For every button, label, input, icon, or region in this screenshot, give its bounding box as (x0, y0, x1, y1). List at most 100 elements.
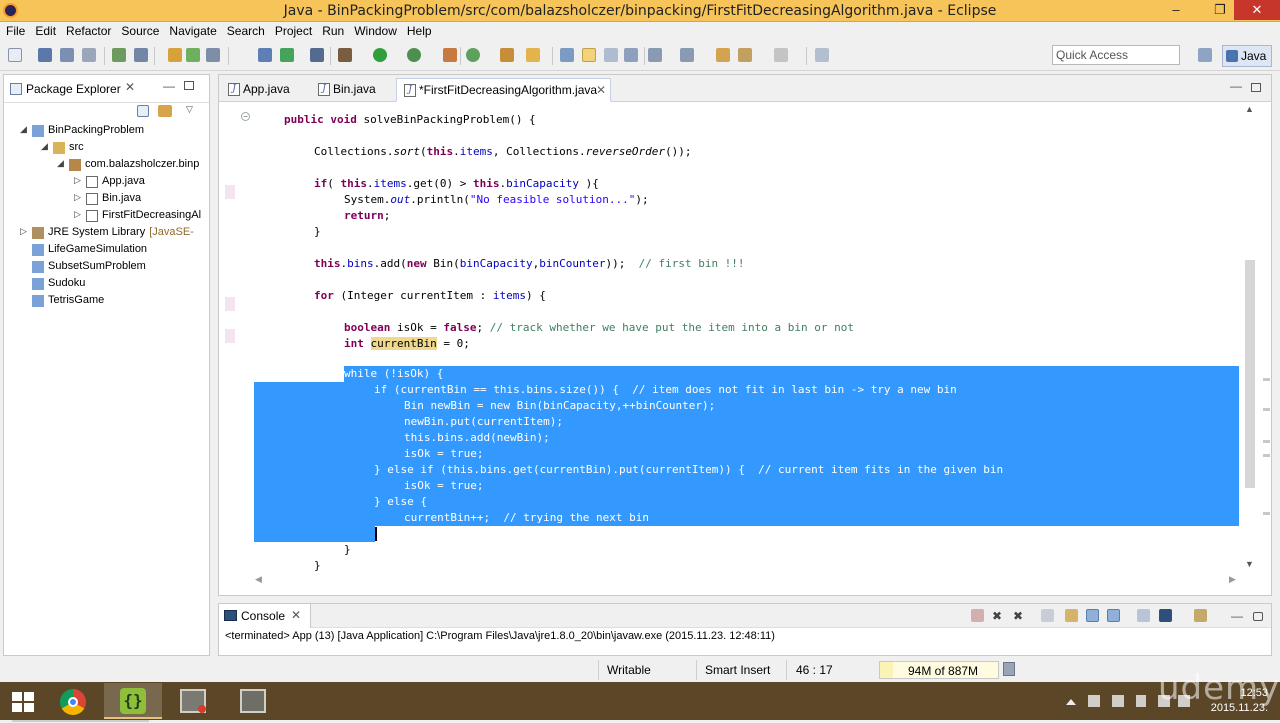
close-view-icon[interactable]: ✕ (125, 80, 135, 94)
save-icon[interactable] (38, 48, 52, 62)
open-type-icon[interactable] (526, 48, 540, 62)
show-whitespace-icon[interactable] (624, 48, 638, 62)
package-explorer-title[interactable]: Package Explorer (26, 82, 121, 96)
scroll-right-icon[interactable]: ▶ (1229, 574, 1236, 585)
window-titlebar: Java - BinPackingProblem/src/com/balazsh… (0, 0, 1280, 22)
close-tab-icon[interactable]: ✕ (596, 79, 606, 101)
pin-editor-icon[interactable] (815, 48, 829, 62)
scroll-down-icon[interactable]: ▼ (1245, 559, 1254, 569)
forward-icon[interactable] (774, 48, 788, 62)
code-line: Collections.sort(this.items, Collections… (314, 145, 692, 158)
mark-occurrences-icon[interactable] (582, 48, 596, 62)
new-java-project-icon[interactable] (466, 48, 480, 62)
collapse-arrow-icon[interactable]: ◢ (57, 158, 64, 169)
menu-source[interactable]: Source (116, 22, 164, 41)
clear-console-icon[interactable] (1041, 609, 1054, 622)
next-annotation-icon[interactable] (648, 48, 662, 62)
eclipse-taskbar-button[interactable]: {} (104, 683, 162, 719)
scroll-up-icon[interactable]: ▲ (1245, 104, 1254, 114)
check-icon[interactable] (280, 48, 294, 62)
console-tab[interactable]: Console ✕ (219, 604, 311, 628)
build-icon[interactable] (112, 48, 126, 62)
menu-file[interactable]: File (0, 22, 30, 41)
print-icon[interactable] (82, 48, 96, 62)
scroll-left-icon[interactable]: ◀ (255, 574, 262, 585)
expand-arrow-icon[interactable]: ▷ (74, 175, 81, 186)
editor-horizontal-scrollbar[interactable]: ◀ ▶ (219, 574, 1239, 586)
debug-icon[interactable] (338, 48, 352, 62)
remove-launch-icon[interactable]: ✖ (992, 609, 1005, 623)
close-button[interactable]: ✕ (1234, 0, 1280, 20)
link-with-editor-icon[interactable] (158, 105, 172, 117)
open-console-icon[interactable] (1194, 609, 1207, 622)
minimize-console-icon[interactable]: — (1231, 609, 1244, 623)
show-hidden-icons-icon[interactable] (1066, 697, 1076, 705)
start-button[interactable] (0, 683, 44, 719)
open-perspective-icon[interactable] (1198, 48, 1212, 62)
collapse-arrow-icon[interactable]: ◢ (41, 141, 48, 152)
windows-logo-tray-icon[interactable] (1088, 695, 1100, 707)
restore-button[interactable]: ❐ (1204, 0, 1236, 20)
maximize-view-icon[interactable] (184, 81, 194, 90)
terminal-taskbar-button[interactable] (224, 683, 282, 719)
app-taskbar-button[interactable] (164, 683, 222, 719)
editor-vertical-scrollbar[interactable]: ▲ ▼ (1241, 102, 1259, 574)
menu-refactor[interactable]: Refactor (61, 22, 116, 41)
console-title: Console (241, 609, 286, 623)
new-icon[interactable] (8, 48, 22, 62)
tab-bin-java[interactable]: J Bin.java (311, 78, 391, 102)
new-package-icon[interactable] (500, 48, 514, 62)
minimize-editor-icon[interactable]: — (1230, 79, 1242, 93)
tab-first-fit-decreasing-algorithm[interactable]: J *FirstFitDecreasingAlgorithm.java ✕ (396, 78, 611, 102)
maximize-editor-icon[interactable] (1251, 83, 1261, 92)
prev-annotation-icon[interactable] (680, 48, 694, 62)
chrome-taskbar-button[interactable] (44, 683, 102, 719)
trash-icon[interactable] (1003, 662, 1015, 676)
word-wrap-icon[interactable] (1086, 609, 1099, 622)
clear-icon[interactable] (310, 48, 324, 62)
external-tools-icon[interactable] (443, 48, 457, 62)
toggle-icon[interactable] (206, 48, 220, 62)
network-icon[interactable] (1136, 695, 1146, 707)
run-icon[interactable] (373, 48, 387, 62)
library-icon (32, 227, 44, 239)
tab-app-java[interactable]: J App.java (221, 78, 307, 102)
block-select-icon[interactable] (604, 48, 618, 62)
last-edit-icon[interactable] (716, 48, 730, 62)
flag-icon[interactable] (1112, 695, 1124, 707)
expand-arrow-icon[interactable]: ▷ (20, 226, 27, 237)
menu-help[interactable]: Help (402, 22, 437, 41)
menu-edit[interactable]: Edit (30, 22, 61, 41)
scroll-lock-icon[interactable] (1065, 609, 1078, 622)
pin-icon[interactable] (168, 48, 182, 62)
show-on-output-icon[interactable] (1107, 609, 1120, 622)
close-console-icon[interactable]: ✕ (291, 608, 301, 622)
run-tests-icon[interactable] (186, 48, 200, 62)
menu-search[interactable]: Search (222, 22, 270, 41)
quick-access-input[interactable]: Quick Access (1052, 45, 1180, 65)
skip-icon[interactable] (258, 48, 272, 62)
minimize-view-icon[interactable]: — (163, 79, 175, 93)
display-console-icon[interactable] (1159, 609, 1172, 622)
coverage-icon[interactable] (407, 48, 421, 62)
minimize-button[interactable]: – (1160, 0, 1192, 20)
java-perspective-button[interactable]: Java (1222, 45, 1272, 67)
code-editor[interactable]: public void solveBinPackingProblem() { C… (219, 109, 1239, 574)
back-icon[interactable] (738, 48, 752, 62)
pin-console-icon[interactable] (1137, 609, 1150, 622)
terminal-icon[interactable] (134, 48, 148, 62)
view-menu-icon[interactable]: ▽ (186, 104, 200, 118)
menu-window[interactable]: Window (349, 22, 402, 41)
menu-run[interactable]: Run (317, 22, 349, 41)
terminate-icon[interactable] (971, 609, 984, 622)
menu-navigate[interactable]: Navigate (164, 22, 221, 41)
search-icon[interactable] (560, 48, 574, 62)
maximize-console-icon[interactable] (1253, 612, 1263, 621)
expand-arrow-icon[interactable]: ▷ (74, 192, 81, 203)
save-all-icon[interactable] (60, 48, 74, 62)
menu-project[interactable]: Project (270, 22, 317, 41)
remove-all-icon[interactable]: ✖ (1013, 609, 1026, 623)
collapse-arrow-icon[interactable]: ◢ (20, 124, 27, 135)
collapse-all-icon[interactable] (137, 105, 149, 117)
expand-arrow-icon[interactable]: ▷ (74, 209, 81, 220)
